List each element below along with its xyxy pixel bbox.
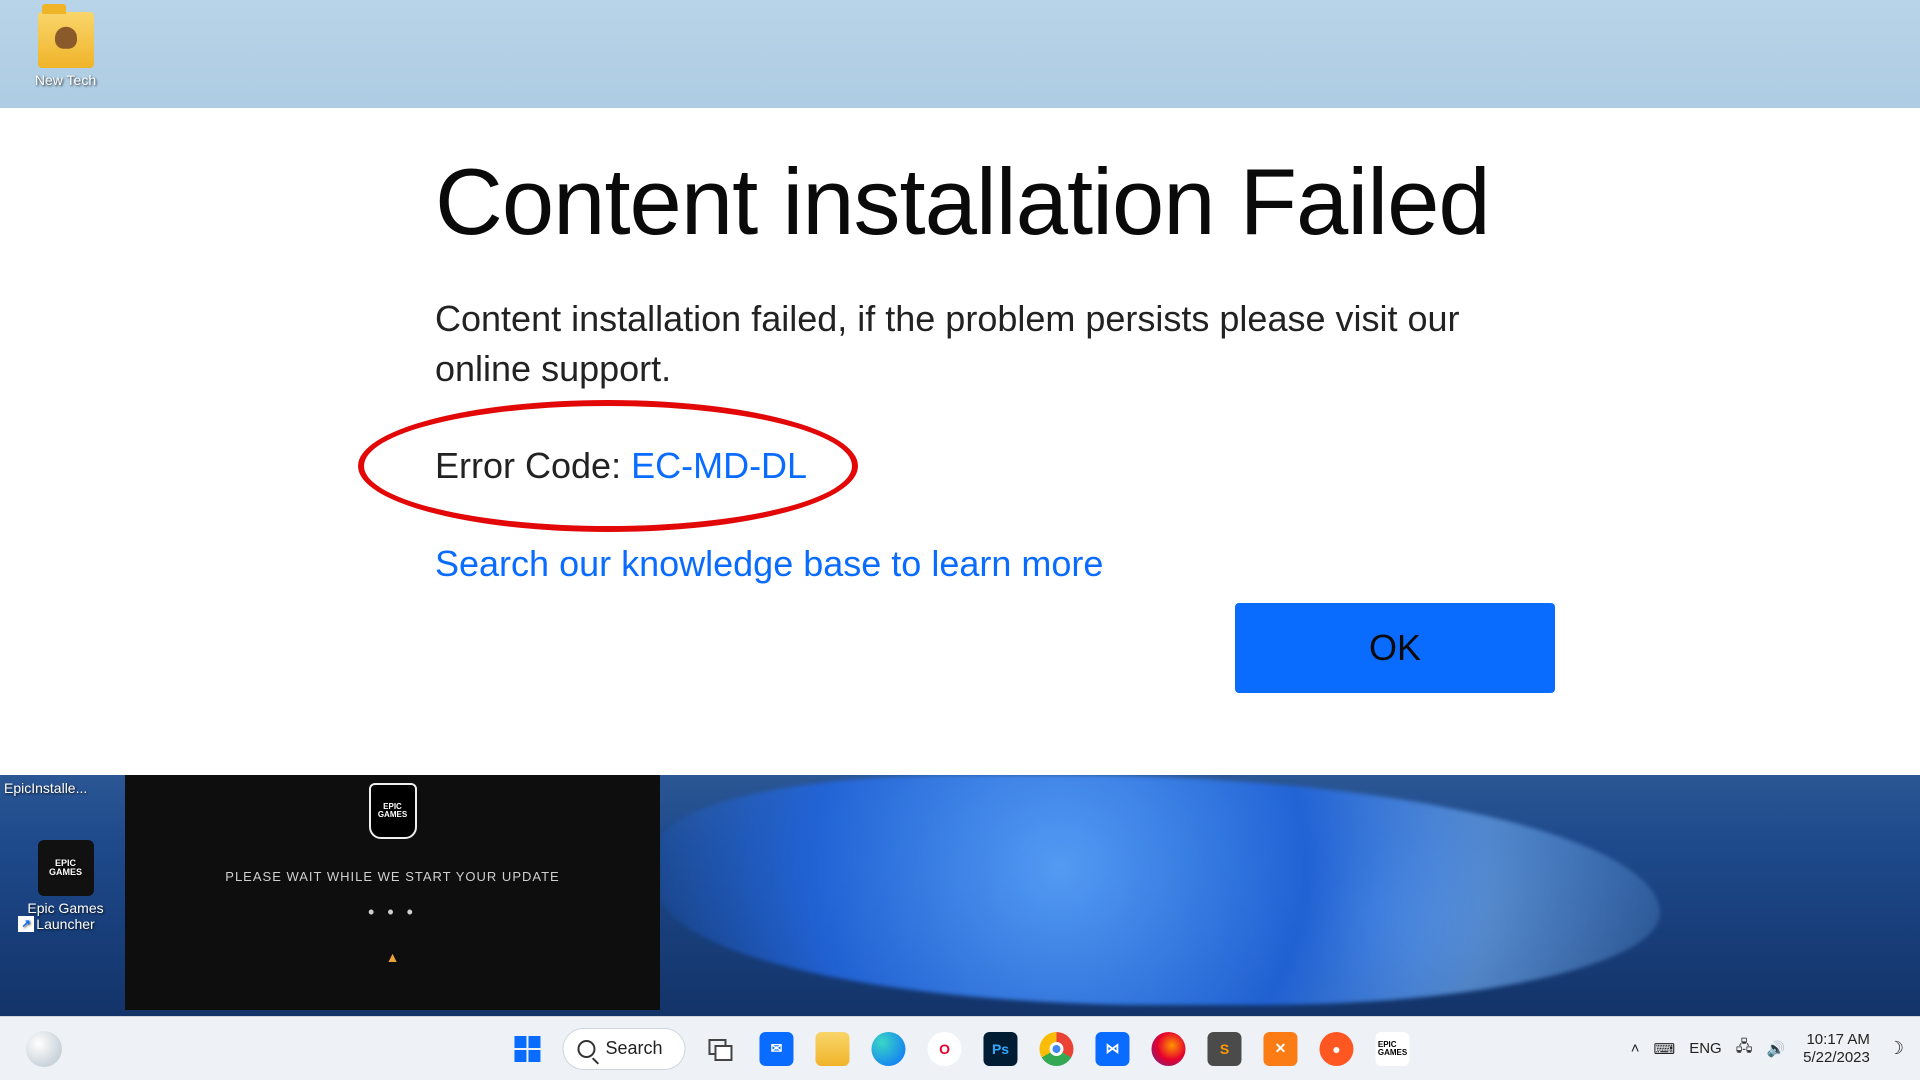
focus-assist-icon[interactable]: ☽ (1888, 1038, 1904, 1059)
ok-button[interactable]: OK (1235, 603, 1555, 693)
splash-message: PLEASE WAIT WHILE WE START YOUR UPDATE (225, 869, 559, 884)
epic-games-taskbar-icon[interactable]: EPICGAMES (1372, 1028, 1414, 1070)
epic-icon: EPIC GAMES ↗ (38, 840, 94, 896)
screen-recorder-icon[interactable]: ● (1316, 1028, 1358, 1070)
error-code-label: Error Code: (435, 445, 631, 486)
warning-icon: ▲ (386, 949, 400, 965)
folder-icon (38, 12, 94, 68)
opera-icon[interactable]: O (924, 1028, 966, 1070)
keyboard-icon[interactable]: ⌨ (1654, 1040, 1676, 1058)
task-view-button[interactable] (700, 1028, 742, 1070)
clock-date: 5/22/2023 (1803, 1049, 1870, 1067)
language-indicator[interactable]: ENG (1689, 1040, 1722, 1057)
weather-icon[interactable] (26, 1031, 62, 1067)
taskbar: Search ✉ O Ps ⋈ S ✕ ● EPICGAMES ˄ ⌨ ENG … (0, 1016, 1920, 1080)
edge-icon[interactable] (868, 1028, 910, 1070)
mail-icon[interactable]: ✉ (756, 1028, 798, 1070)
search-label: Search (605, 1038, 662, 1059)
file-explorer-icon[interactable] (812, 1028, 854, 1070)
desktop-icon-epic-launcher[interactable]: EPIC GAMES ↗ Epic Games Launcher (18, 840, 113, 932)
epic-splash-window: EPIC GAMES PLEASE WAIT WHILE WE START YO… (125, 775, 660, 1010)
loading-dots-icon: • • • (368, 902, 417, 923)
clock-time: 10:17 AM (1803, 1031, 1870, 1049)
taskbar-clock[interactable]: 10:17 AM 5/22/2023 (1803, 1031, 1870, 1067)
vscode-icon[interactable]: ⋈ (1092, 1028, 1134, 1070)
error-code-value[interactable]: EC-MD-DL (631, 445, 807, 486)
volume-icon[interactable]: 🔊 (1766, 1040, 1785, 1058)
firefox-icon[interactable] (1148, 1028, 1190, 1070)
start-button[interactable] (506, 1028, 548, 1070)
system-tray: ˄ ⌨ ENG 🖧 🔊 10:17 AM 5/22/2023 ☽ (1631, 1031, 1904, 1067)
photoshop-icon[interactable]: Ps (980, 1028, 1022, 1070)
sublime-icon[interactable]: S (1204, 1028, 1246, 1070)
desktop-icon-new-tech[interactable]: New Tech (18, 12, 113, 88)
network-icon[interactable]: 🖧 (1736, 1036, 1753, 1061)
chrome-icon[interactable] (1036, 1028, 1078, 1070)
error-dialog: Content installation Failed Content inst… (0, 108, 1920, 775)
taskbar-center: Search ✉ O Ps ⋈ S ✕ ● EPICGAMES (506, 1028, 1413, 1070)
dialog-body: Content installation failed, if the prob… (435, 294, 1555, 395)
search-icon (577, 1040, 595, 1058)
desktop-icon-label: New Tech (18, 72, 113, 88)
epic-logo-icon: EPIC GAMES (369, 783, 417, 839)
tray-chevron-up-icon[interactable]: ˄ (1631, 1040, 1640, 1057)
shortcut-arrow-icon: ↗ (18, 916, 34, 932)
error-code-line: Error Code: EC-MD-DL (435, 445, 1555, 487)
xampp-icon[interactable]: ✕ (1260, 1028, 1302, 1070)
knowledge-base-link[interactable]: Search our knowledge base to learn more (435, 543, 1555, 585)
desktop-icon-epic-installer-label[interactable]: EpicInstalle... (4, 780, 87, 796)
taskbar-search[interactable]: Search (562, 1028, 685, 1070)
dialog-title: Content installation Failed (435, 148, 1555, 256)
